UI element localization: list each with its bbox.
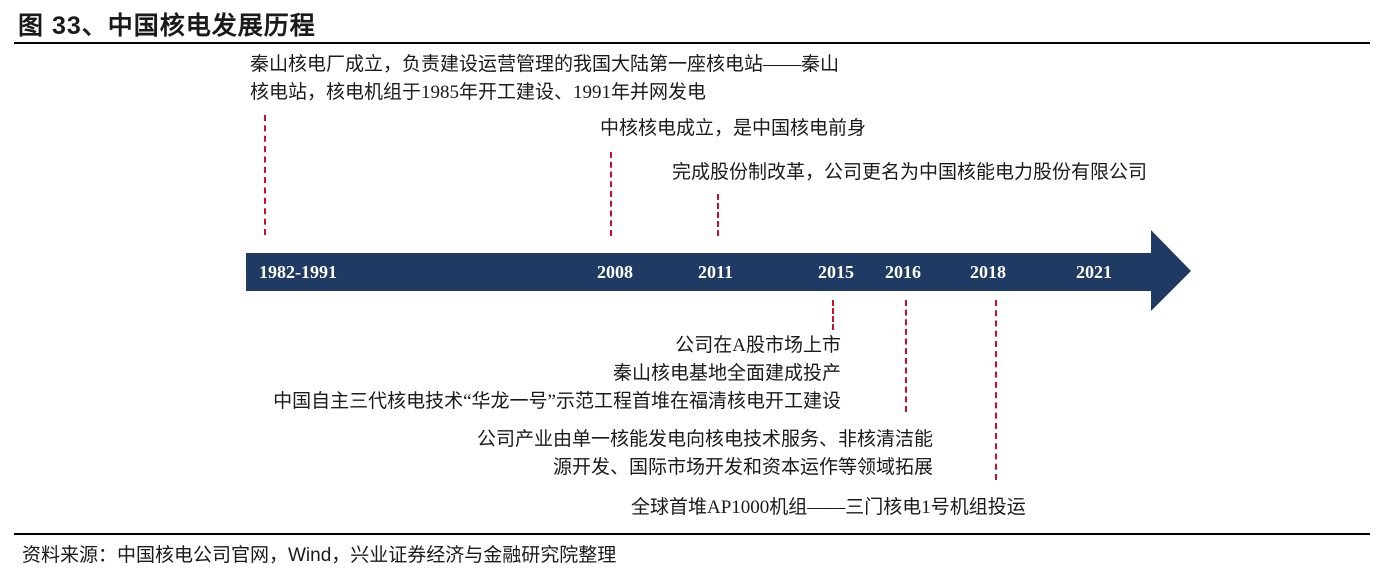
year-label: 2021 bbox=[1076, 262, 1112, 282]
event-2015: 公司在A股市场上市 秦山核电基地全面建成投产 中国自主三代核电技术“华龙一号”示… bbox=[273, 332, 841, 416]
event-2018: 全球首堆AP1000机组——三门核电1号机组投运 bbox=[631, 494, 1026, 522]
year-label: 2018 bbox=[970, 262, 1006, 282]
event-2016: 公司产业由单一核能发电向核电技术服务、非核清洁能 源开发、国际市场开发和资本运作… bbox=[477, 426, 933, 482]
year-label: 2015 bbox=[818, 262, 854, 282]
timeline-arrow bbox=[246, 230, 1191, 311]
source-note: 资料来源：中国核电公司官网，Wind，兴业证券经济与金融研究院整理 bbox=[22, 545, 617, 566]
year-label: 2016 bbox=[885, 262, 921, 282]
event-line: 中国自主三代核电技术“华龙一号”示范工程首堆在福清核电开工建设 bbox=[273, 391, 841, 412]
bottom-rule bbox=[14, 533, 1370, 535]
event-line: 源开发、国际市场开发和资本运作等领域拓展 bbox=[552, 457, 933, 478]
connector-2016 bbox=[905, 300, 907, 412]
year-label: 2008 bbox=[597, 262, 633, 282]
connector-2018 bbox=[995, 300, 997, 480]
connector-2015 bbox=[832, 300, 834, 330]
event-line: 公司在A股市场上市 bbox=[675, 335, 841, 356]
event-line: 全球首堆AP1000机组——三门核电1号机组投运 bbox=[631, 497, 1026, 518]
year-label: 1982-1991 bbox=[259, 262, 337, 282]
event-line: 秦山核电基地全面建成投产 bbox=[612, 363, 841, 384]
event-line: 公司产业由单一核能发电向核电技术服务、非核清洁能 bbox=[476, 429, 933, 450]
year-label: 2011 bbox=[698, 262, 734, 282]
